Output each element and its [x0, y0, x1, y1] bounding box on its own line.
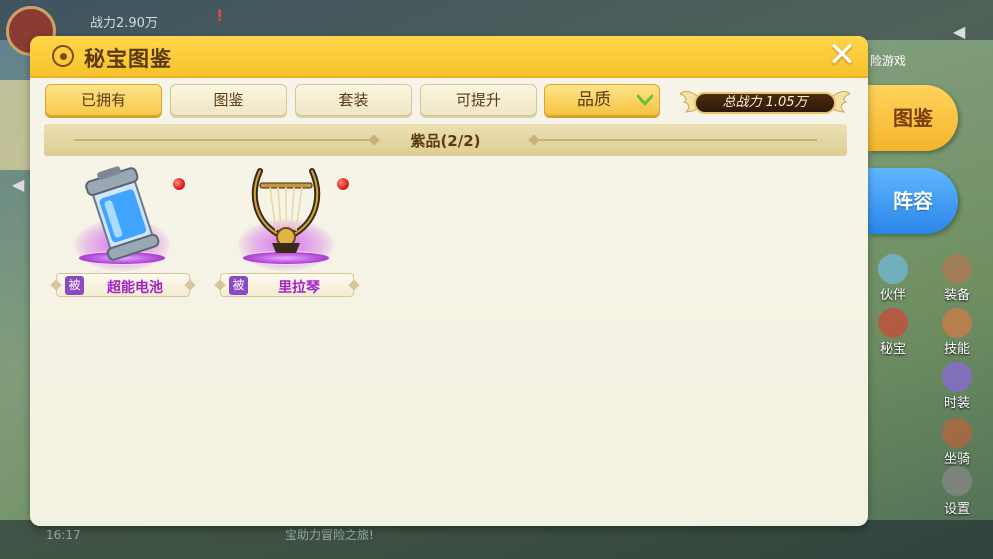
- tab-owned[interactable]: 已拥有: [45, 84, 162, 116]
- quality-filter-dropdown[interactable]: 品质: [544, 84, 660, 116]
- menu-item-skill[interactable]: 技能: [944, 338, 970, 357]
- item-name: 里拉琴: [278, 280, 320, 296]
- side-tab-lineup[interactable]: 阵容: [868, 168, 958, 234]
- menu-item-equipment[interactable]: 装备: [944, 284, 970, 303]
- item-name-plate: 被 超能电池: [56, 273, 190, 297]
- menu-item-treasure[interactable]: 秘宝: [880, 338, 906, 357]
- panel-header: 秘宝图鉴 ✕: [30, 36, 868, 78]
- left-side-task-panel[interactable]: [0, 80, 30, 170]
- chevron-down-icon: [637, 94, 653, 106]
- fashion-icon[interactable]: [942, 362, 972, 392]
- treasure-card-battery[interactable]: 被 超能电池: [52, 161, 192, 301]
- skill-icon[interactable]: [942, 308, 972, 338]
- side-tab-codex[interactable]: 图鉴: [868, 85, 958, 151]
- total-power-badge: 总战力 1.05万: [680, 84, 850, 120]
- player-power-text: 战力2.90万: [90, 16, 158, 31]
- collapse-arrow-icon[interactable]: ◀: [953, 22, 965, 41]
- section-header-purple: 紫品(2/2): [44, 124, 847, 156]
- tab-codex[interactable]: 图鉴: [170, 84, 287, 116]
- menu-item-partner[interactable]: 伙伴: [880, 284, 906, 303]
- tab-set[interactable]: 套装: [295, 84, 412, 116]
- mount-icon[interactable]: [942, 418, 972, 448]
- quality-filter-label: 品质: [577, 90, 611, 110]
- right-menu: 伙伴 装备 秘宝 技能 时装 坐骑 设置: [868, 230, 993, 520]
- menu-item-fashion[interactable]: 时装: [944, 392, 970, 411]
- total-power-text: 总战力 1.05万: [694, 92, 836, 114]
- red-dot-badge: [336, 177, 350, 191]
- treasure-icon[interactable]: [878, 308, 908, 338]
- battery-icon: [85, 166, 160, 261]
- section-title: 紫品(2/2): [410, 132, 481, 150]
- equipment-icon[interactable]: [942, 254, 972, 284]
- red-dot-badge: [172, 177, 186, 191]
- lyre-icon: [251, 168, 321, 253]
- passive-tag: 被: [65, 276, 84, 295]
- left-arrow-icon[interactable]: ◀: [12, 175, 24, 194]
- item-name: 超能电池: [107, 280, 163, 296]
- passive-tag: 被: [229, 276, 248, 295]
- menu-item-mount[interactable]: 坐骑: [944, 448, 970, 467]
- alert-icon: !: [216, 6, 224, 25]
- clock-text: 16:17: [46, 528, 81, 542]
- close-button[interactable]: ✕: [825, 38, 859, 73]
- partner-icon[interactable]: [878, 254, 908, 284]
- item-name-plate: 被 里拉琴: [220, 273, 354, 297]
- treasure-card-lyre[interactable]: 被 里拉琴: [216, 161, 356, 301]
- adventure-game-label[interactable]: 险游戏: [870, 52, 906, 69]
- menu-item-settings[interactable]: 设置: [944, 498, 970, 517]
- tab-upgradable[interactable]: 可提升: [420, 84, 537, 116]
- treasure-codex-panel: 秘宝图鉴 ✕ 已拥有 图鉴 套装 可提升 品质 总战力 1.05万 紫品(2/2…: [30, 36, 868, 526]
- panel-title: 秘宝图鉴: [84, 47, 172, 71]
- settings-icon[interactable]: [942, 466, 972, 496]
- chat-message[interactable]: 宝助力冒险之旅!: [285, 526, 374, 543]
- treasure-eye-icon: [52, 45, 74, 67]
